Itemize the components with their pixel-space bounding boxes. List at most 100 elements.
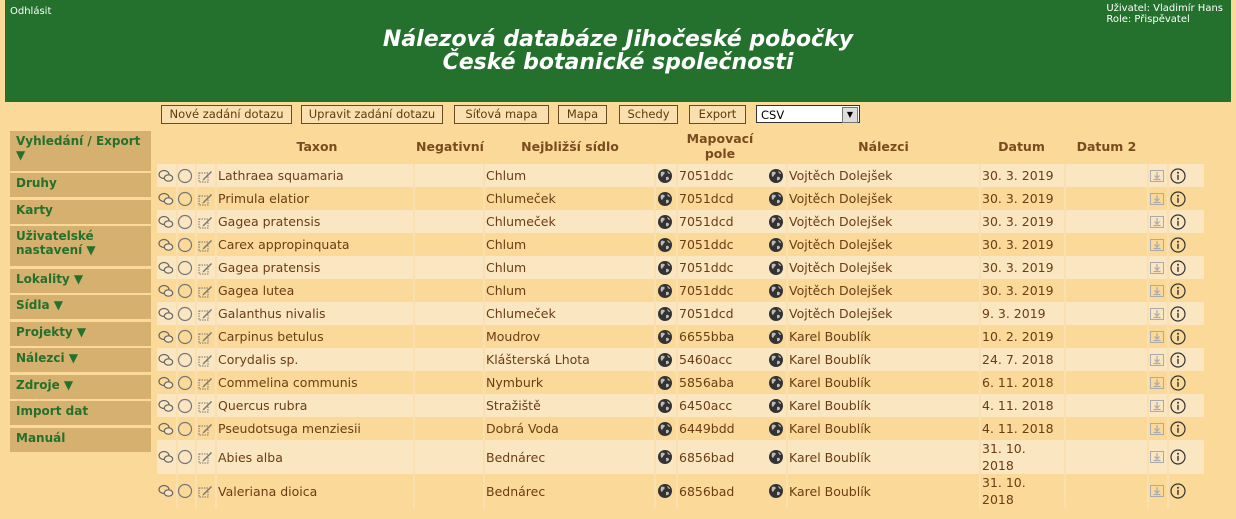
sidebar-item-search-export[interactable]: Vyhledání / Export ▼ bbox=[10, 131, 151, 171]
dropdown-arrow-icon[interactable]: ▼ bbox=[842, 107, 858, 123]
column-header-finders[interactable]: Nálezci bbox=[787, 139, 980, 154]
grid-map-globe-icon[interactable] bbox=[657, 375, 673, 391]
sidebar-item-user-settings[interactable]: Uživatelské nastavení ▼ bbox=[10, 226, 151, 266]
finder-globe-icon[interactable] bbox=[768, 398, 784, 414]
download-icon[interactable] bbox=[1149, 214, 1165, 230]
comments-icon[interactable] bbox=[158, 306, 174, 322]
edit-icon[interactable] bbox=[197, 260, 213, 276]
info-icon[interactable] bbox=[1170, 282, 1186, 299]
taxon-cell[interactable]: Gagea pratensis bbox=[215, 210, 413, 233]
taxon-cell[interactable]: Corydalis sp. bbox=[215, 348, 413, 371]
comments-icon[interactable] bbox=[158, 398, 174, 414]
finder-globe-icon[interactable] bbox=[768, 483, 784, 499]
finder-globe-icon[interactable] bbox=[768, 260, 784, 276]
download-icon[interactable] bbox=[1149, 191, 1165, 207]
sidebar-item-manual[interactable]: Manuál bbox=[10, 428, 151, 452]
export-format-select[interactable]: CSV ▼ bbox=[756, 105, 860, 123]
grid-map-button[interactable]: Síťová mapa bbox=[454, 105, 549, 124]
info-icon[interactable] bbox=[1170, 449, 1186, 465]
info-icon[interactable] bbox=[1170, 259, 1186, 276]
compass-icon[interactable] bbox=[177, 191, 193, 207]
comments-icon[interactable] bbox=[158, 214, 174, 230]
download-icon[interactable] bbox=[1149, 260, 1165, 276]
export-button[interactable]: Export bbox=[689, 105, 746, 124]
info-icon[interactable] bbox=[1170, 190, 1186, 207]
edit-icon[interactable] bbox=[197, 237, 213, 253]
finder-globe-icon[interactable] bbox=[768, 237, 784, 253]
download-icon[interactable] bbox=[1149, 237, 1165, 253]
grid-map-globe-icon[interactable] bbox=[657, 260, 673, 276]
taxon-cell[interactable]: Carex appropinquata bbox=[215, 233, 413, 256]
map-button[interactable]: Mapa bbox=[558, 105, 607, 124]
finder-globe-icon[interactable] bbox=[768, 306, 784, 322]
compass-icon[interactable] bbox=[177, 483, 193, 499]
sidebar-item-finders[interactable]: Nálezci ▼ bbox=[10, 348, 151, 372]
grid-map-globe-icon[interactable] bbox=[657, 168, 673, 184]
sidebar-item-import[interactable]: Import dat bbox=[10, 401, 151, 425]
column-header-taxon[interactable]: Taxon bbox=[217, 139, 417, 154]
compass-icon[interactable] bbox=[177, 260, 193, 276]
edit-icon[interactable] bbox=[197, 214, 213, 230]
finder-globe-icon[interactable] bbox=[768, 168, 784, 184]
compass-icon[interactable] bbox=[177, 168, 193, 184]
compass-icon[interactable] bbox=[177, 214, 193, 230]
grid-map-globe-icon[interactable] bbox=[657, 283, 673, 299]
finder-globe-icon[interactable] bbox=[768, 421, 784, 437]
edit-icon[interactable] bbox=[197, 329, 213, 345]
column-header-settlement[interactable]: Nejbližší sídlo bbox=[485, 139, 655, 154]
download-icon[interactable] bbox=[1149, 483, 1165, 499]
finder-globe-icon[interactable] bbox=[768, 352, 784, 368]
taxon-cell[interactable]: Gagea lutea bbox=[215, 279, 413, 302]
comments-icon[interactable] bbox=[158, 449, 174, 465]
grid-map-globe-icon[interactable] bbox=[657, 483, 673, 499]
schedy-button[interactable]: Schedy bbox=[619, 105, 678, 124]
taxon-cell[interactable]: Quercus rubra bbox=[215, 394, 413, 417]
info-icon[interactable] bbox=[1170, 213, 1186, 230]
taxon-cell[interactable]: Galanthus nivalis bbox=[215, 302, 413, 325]
finder-globe-icon[interactable] bbox=[768, 283, 784, 299]
finder-globe-icon[interactable] bbox=[768, 214, 784, 230]
compass-icon[interactable] bbox=[177, 398, 193, 414]
compass-icon[interactable] bbox=[177, 329, 193, 345]
comments-icon[interactable] bbox=[158, 375, 174, 391]
compass-icon[interactable] bbox=[177, 306, 193, 322]
edit-icon[interactable] bbox=[197, 168, 213, 184]
compass-icon[interactable] bbox=[177, 449, 193, 465]
comments-icon[interactable] bbox=[158, 329, 174, 345]
comments-icon[interactable] bbox=[158, 260, 174, 276]
taxon-cell[interactable]: Gagea pratensis bbox=[215, 256, 413, 279]
sidebar-item-cards[interactable]: Karty bbox=[10, 200, 151, 224]
column-header-date[interactable]: Datum bbox=[979, 139, 1064, 154]
info-icon[interactable] bbox=[1170, 351, 1186, 368]
sidebar-item-sources[interactable]: Zdroje ▼ bbox=[10, 375, 151, 399]
download-icon[interactable] bbox=[1149, 306, 1165, 322]
grid-map-globe-icon[interactable] bbox=[657, 237, 673, 253]
column-header-negative[interactable]: Negativní bbox=[415, 139, 485, 154]
taxon-cell[interactable]: Lathraea squamaria bbox=[215, 164, 413, 187]
comments-icon[interactable] bbox=[158, 283, 174, 299]
taxon-cell[interactable]: Primula elatior bbox=[215, 187, 413, 210]
grid-map-globe-icon[interactable] bbox=[657, 214, 673, 230]
download-icon[interactable] bbox=[1149, 329, 1165, 345]
download-icon[interactable] bbox=[1149, 398, 1165, 414]
comments-icon[interactable] bbox=[158, 168, 174, 184]
edit-icon[interactable] bbox=[197, 398, 213, 414]
info-icon[interactable] bbox=[1170, 236, 1186, 253]
column-header-grid[interactable]: Mapovací pole bbox=[675, 131, 765, 161]
finder-globe-icon[interactable] bbox=[768, 329, 784, 345]
info-icon[interactable] bbox=[1170, 167, 1186, 184]
grid-map-globe-icon[interactable] bbox=[657, 398, 673, 414]
comments-icon[interactable] bbox=[158, 237, 174, 253]
download-icon[interactable] bbox=[1149, 283, 1165, 299]
grid-map-globe-icon[interactable] bbox=[657, 352, 673, 368]
download-icon[interactable] bbox=[1149, 449, 1165, 465]
edit-icon[interactable] bbox=[197, 421, 213, 437]
info-icon[interactable] bbox=[1170, 397, 1186, 414]
sidebar-item-localities[interactable]: Lokality ▼ bbox=[10, 269, 151, 293]
edit-query-button[interactable]: Upravit zadání dotazu bbox=[301, 105, 443, 124]
download-icon[interactable] bbox=[1149, 168, 1165, 184]
finder-globe-icon[interactable] bbox=[768, 449, 784, 465]
compass-icon[interactable] bbox=[177, 352, 193, 368]
edit-icon[interactable] bbox=[197, 352, 213, 368]
edit-icon[interactable] bbox=[197, 191, 213, 207]
